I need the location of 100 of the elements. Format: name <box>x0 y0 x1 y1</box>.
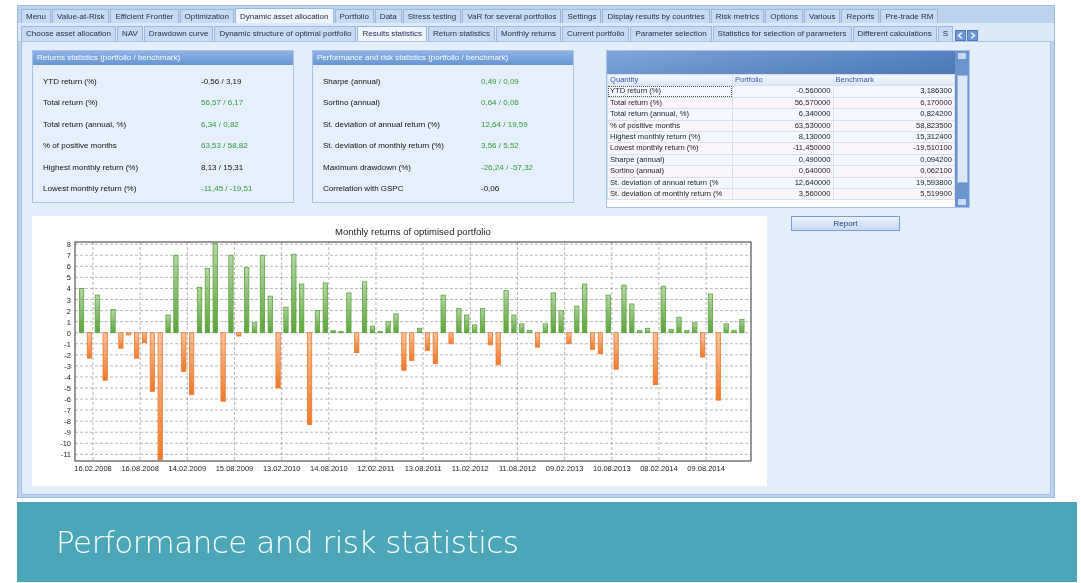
caption-text: Performance and risk statistics <box>56 522 519 562</box>
bar <box>550 292 556 334</box>
stat-value: 8,13 / 15,31 <box>201 161 244 174</box>
bar <box>354 332 360 353</box>
scroll-right-icon[interactable] <box>967 30 978 41</box>
tab[interactable]: Different calculations <box>852 26 937 41</box>
stat-value: 0,49 / 0,09 <box>481 75 519 88</box>
panel-title: Returns statistics (portfolio / benchmark) <box>33 51 293 65</box>
bar <box>126 332 132 336</box>
bar <box>684 330 690 334</box>
chart-title: Monthly returns of optimised portfolio <box>335 226 491 237</box>
stat-value: 12,64 / 19,59 <box>481 118 528 131</box>
tab[interactable]: Value-at-Risk <box>52 9 110 23</box>
bar <box>283 306 289 334</box>
tab[interactable]: Parameter selection <box>630 26 712 41</box>
stat-value: -26,24 / -57,32 <box>481 161 534 174</box>
stat-label: Sharpe (annual) <box>323 75 382 88</box>
tab[interactable]: Return statistics <box>428 26 495 41</box>
stat-label: % of positive months <box>43 140 118 153</box>
tab[interactable]: VaR for several portfolios <box>462 9 562 23</box>
stat-label: Sortino (annual) <box>323 97 381 110</box>
bar <box>605 294 611 334</box>
bar <box>739 319 745 334</box>
bar <box>220 332 226 402</box>
stat-value: 0,64 / 0,06 <box>481 97 519 110</box>
stat-value: 63,53 / 58,82 <box>201 140 248 153</box>
bar <box>511 314 517 334</box>
report-button[interactable]: Report <box>791 216 900 231</box>
tab[interactable]: Display results by countries <box>602 9 710 23</box>
bar <box>668 329 674 334</box>
tab[interactable]: NAV <box>116 26 143 41</box>
stat-value: 3,56 / 5,52 <box>481 140 519 153</box>
tab[interactable]: Efficient Frontier <box>110 9 179 23</box>
bar <box>676 316 682 334</box>
tab[interactable]: Risk metrics <box>710 9 765 23</box>
bar <box>558 310 564 334</box>
bar <box>236 332 242 337</box>
bar <box>338 331 344 334</box>
tab[interactable]: Reports <box>841 9 880 23</box>
bar <box>165 314 171 334</box>
tab[interactable]: Dynamic asset allocation <box>235 8 334 23</box>
bar <box>267 295 273 334</box>
tab[interactable]: Drawdown curve <box>143 26 214 41</box>
bar <box>401 332 407 371</box>
stat-value: -0,06 <box>481 183 500 196</box>
stat-label: Total return (annual, %) <box>43 118 128 131</box>
bar <box>503 290 509 334</box>
stat-label: Lowest monthly return (%) <box>43 183 138 196</box>
stat-value: 6,34 / 0,82 <box>201 118 239 131</box>
tab[interactable]: Dynamic structure of optimal portfolio <box>214 26 357 41</box>
bar <box>299 283 305 334</box>
tab[interactable]: Settings <box>562 9 602 23</box>
tab[interactable]: Current portfolio <box>562 26 630 41</box>
bar <box>330 330 336 334</box>
tab[interactable]: Data <box>374 9 402 23</box>
tab[interactable]: S <box>937 26 953 41</box>
bar <box>409 332 415 361</box>
tab[interactable]: Results statistics <box>357 26 428 41</box>
stat-label: YTD return (%) <box>43 75 98 88</box>
stat-label: Correlation with GSPC <box>323 183 405 196</box>
bar <box>322 282 328 334</box>
bar <box>731 330 737 334</box>
bar <box>346 292 352 334</box>
bar <box>456 307 462 334</box>
bar <box>464 314 470 334</box>
tab[interactable]: Pre-trade RM <box>880 9 939 23</box>
stat-value: -0,56 / 3,19 <box>201 75 242 88</box>
tab[interactable]: Portfolio <box>334 9 374 23</box>
bar <box>692 322 698 334</box>
bar <box>385 321 391 334</box>
bar <box>377 331 383 334</box>
tab[interactable]: Monthly returns <box>495 26 562 41</box>
bar <box>566 332 572 345</box>
stat-value: 56,57 / 6,17 <box>201 97 244 110</box>
bar <box>275 332 281 389</box>
bar <box>637 330 643 334</box>
bar <box>181 332 187 372</box>
stat-value: -11,45 / -19,51 <box>201 183 253 196</box>
tab[interactable]: Various <box>803 9 841 23</box>
tab[interactable]: Menu <box>21 9 51 23</box>
bar <box>110 309 116 334</box>
tab[interactable]: Options <box>765 9 803 23</box>
stat-label: Highest monthly return (%) <box>43 161 140 174</box>
bar <box>613 332 619 370</box>
bar <box>621 284 627 334</box>
panel-title: Performance and risk statistics (portfolio / benchmark) <box>313 51 573 65</box>
tab[interactable]: Choose asset allocation <box>21 26 116 41</box>
bar <box>393 313 399 334</box>
bar <box>715 332 721 401</box>
bar <box>660 285 666 334</box>
bar <box>102 332 108 381</box>
tab[interactable]: Optimization <box>179 9 234 23</box>
tab[interactable]: Statistics for selection of parameters <box>712 26 852 41</box>
stat-label: St. deviation of annual return (%) <box>323 118 441 131</box>
bar <box>118 332 124 349</box>
bar <box>495 332 501 366</box>
bar <box>440 294 446 334</box>
tab[interactable]: Stress testing <box>402 9 462 23</box>
stat-label: Total return (%) <box>43 97 99 110</box>
scroll-left-icon[interactable] <box>955 30 966 41</box>
